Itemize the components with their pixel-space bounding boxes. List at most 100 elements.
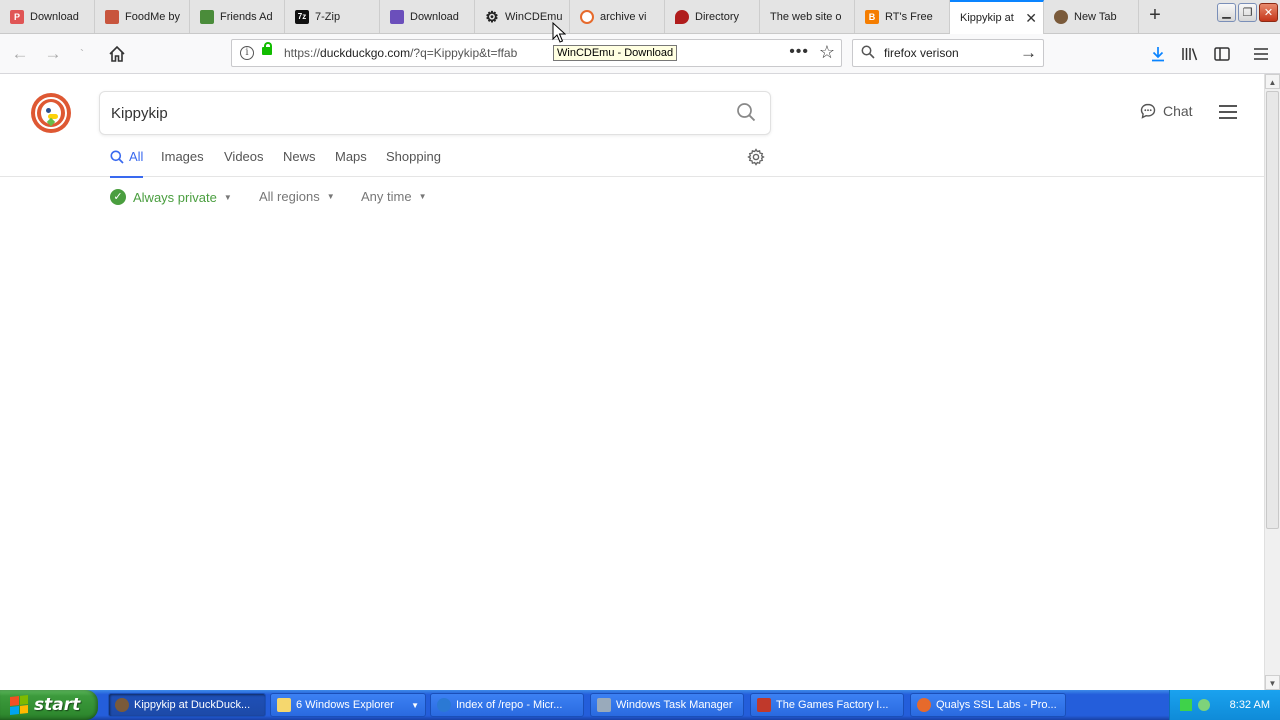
region-filter[interactable]: All regions ▼ <box>259 189 335 204</box>
tab-maps[interactable]: Maps <box>335 149 367 164</box>
friends-icon <box>200 9 214 24</box>
close-tab-icon[interactable]: ✕ <box>1025 10 1037 27</box>
page-actions-icon[interactable]: ••• <box>789 43 809 61</box>
caret-down-icon: ▼ <box>326 192 335 201</box>
loading-throbber-icon: ` <box>80 47 84 61</box>
taskbar-item-ie[interactable]: Index of /repo - Micr... <box>430 693 584 717</box>
maximize-button[interactable]: ❐ <box>1238 3 1257 22</box>
tab-archive[interactable]: archive vi <box>570 0 665 33</box>
tray-network-icon[interactable] <box>1198 699 1210 711</box>
privacy-filter[interactable]: ✓ Always private ▼ <box>110 189 232 205</box>
tab-label: New Tab <box>1074 10 1117 23</box>
chat-button[interactable]: Chat <box>1140 103 1193 119</box>
tab-label: WinCDEmu <box>505 10 563 23</box>
tab-new-tab[interactable]: New Tab <box>1044 0 1139 33</box>
tab-download[interactable]: Download <box>380 0 475 33</box>
system-tray: 8:32 AM <box>1169 690 1280 720</box>
privacy-filter-label: Always private <box>133 189 217 205</box>
taskbar-item-task-manager[interactable]: Windows Task Manager <box>590 693 744 717</box>
taskbar-item-firefox[interactable]: Kippykip at DuckDuck... <box>108 693 266 717</box>
taskbar-item-label: Windows Task Manager <box>616 699 733 711</box>
search-bar[interactable]: firefox verison → <box>852 39 1044 67</box>
tab-label: Download <box>30 10 79 23</box>
chat-bubble-icon <box>1140 103 1156 119</box>
tab-all[interactable]: All <box>110 149 144 178</box>
tab-shopping[interactable]: Shopping <box>386 149 441 164</box>
time-filter[interactable]: Any time ▼ <box>361 189 427 204</box>
tab-7zip[interactable]: 7z 7-Zip <box>285 0 380 33</box>
taskbar-item-qualys[interactable]: Qualys SSL Labs - Pro... <box>910 693 1066 717</box>
7zip-icon: 7z <box>295 9 309 24</box>
chat-label: Chat <box>1163 103 1193 119</box>
taskbar-item-label: Kippykip at DuckDuck... <box>134 699 251 711</box>
home-icon[interactable] <box>105 42 129 66</box>
tab-label: Directory <box>695 10 740 23</box>
checkmark-icon: ✓ <box>110 189 126 205</box>
tab-download-pdf[interactable]: P Download <box>0 0 95 33</box>
close-window-button[interactable]: ✕ <box>1259 3 1278 22</box>
minimize-button[interactable]: ▁ <box>1217 3 1236 22</box>
page-scrollbar[interactable]: ▲ ▼ <box>1264 74 1280 690</box>
windows-taskbar: start Kippykip at DuckDuck... 6 Windows … <box>0 690 1280 720</box>
scroll-up-arrow-icon[interactable]: ▲ <box>1265 74 1280 89</box>
tab-label: The web site o <box>770 10 842 23</box>
downloads-icon[interactable] <box>1146 42 1170 66</box>
search-go-arrow-icon[interactable]: → <box>1020 43 1037 63</box>
tab-label: Friends Ad <box>220 10 273 23</box>
internet-explorer-icon <box>437 698 451 712</box>
sidebar-icon[interactable] <box>1210 42 1234 66</box>
tab-label: RT's Free <box>885 10 933 23</box>
tray-clock[interactable]: 8:32 AM <box>1230 699 1270 711</box>
caret-down-icon: ▼ <box>223 192 232 202</box>
window-controls: ▁ ❐ ✕ <box>1217 3 1278 22</box>
search-icon <box>110 150 124 164</box>
scroll-down-arrow-icon[interactable]: ▼ <box>1265 675 1280 690</box>
url-path: /?q=Kippykip&t=ffab <box>410 46 518 60</box>
search-query-input[interactable]: Kippykip <box>111 105 168 122</box>
site-info-icon[interactable]: i <box>240 46 254 60</box>
gear-icon: ⚙ <box>485 8 499 26</box>
firefox-icon <box>1054 9 1068 24</box>
taskbar-item-games-factory[interactable]: The Games Factory I... <box>750 693 904 717</box>
games-factory-icon <box>757 698 771 712</box>
page-menu-icon[interactable] <box>1219 105 1237 123</box>
tray-battery-icon[interactable] <box>1180 699 1192 711</box>
blogger-icon: B <box>865 9 879 24</box>
firefox-icon <box>115 698 129 712</box>
menu-hamburger-icon[interactable] <box>1249 42 1273 66</box>
download-site-icon <box>390 9 404 24</box>
tab-kippykip-active[interactable]: Kippykip at ✕ <box>950 0 1044 34</box>
task-manager-icon <box>597 698 611 712</box>
address-bar[interactable]: i https://duckduckgo.com/?q=Kippykip&t=f… <box>231 39 842 67</box>
taskbar-item-explorer[interactable]: 6 Windows Explorer ▼ <box>270 693 426 717</box>
directory-icon <box>675 9 689 24</box>
forward-arrow-icon[interactable]: → <box>41 42 65 66</box>
tab-website[interactable]: The web site o <box>760 0 855 33</box>
group-dropdown-icon[interactable]: ▼ <box>411 701 419 710</box>
start-button[interactable]: start <box>0 690 98 720</box>
tab-images[interactable]: Images <box>161 149 204 164</box>
tab-label: 7-Zip <box>315 10 341 23</box>
url-scheme: https:// <box>284 46 321 60</box>
bookmark-star-icon[interactable]: ☆ <box>819 42 835 63</box>
tab-news[interactable]: News <box>283 149 316 164</box>
scrollbar-thumb[interactable] <box>1266 91 1279 529</box>
tab-foodme[interactable]: FoodMe by <box>95 0 190 33</box>
time-filter-label: Any time <box>361 189 412 204</box>
new-tab-button[interactable]: + <box>1144 5 1166 27</box>
taskbar-item-label: The Games Factory I... <box>776 699 889 711</box>
tab-friends[interactable]: Friends Ad <box>190 0 285 33</box>
tab-label: Download <box>410 10 459 23</box>
tab-rts-free[interactable]: B RT's Free <box>855 0 950 33</box>
settings-gear-icon[interactable] <box>747 148 765 166</box>
duckduckgo-logo[interactable] <box>31 93 71 133</box>
taskbar-item-label: Index of /repo - Micr... <box>456 699 563 711</box>
library-icon[interactable] <box>1178 42 1202 66</box>
tab-directory[interactable]: Directory <box>665 0 760 33</box>
url-text[interactable]: https://duckduckgo.com/?q=Kippykip&t=ffa… <box>284 46 517 60</box>
search-bar-value[interactable]: firefox verison <box>884 46 959 60</box>
search-box[interactable]: Kippykip <box>99 91 771 135</box>
search-submit-icon[interactable] <box>736 102 758 124</box>
back-arrow-icon[interactable]: ← <box>8 42 32 66</box>
tab-videos[interactable]: Videos <box>224 149 264 164</box>
